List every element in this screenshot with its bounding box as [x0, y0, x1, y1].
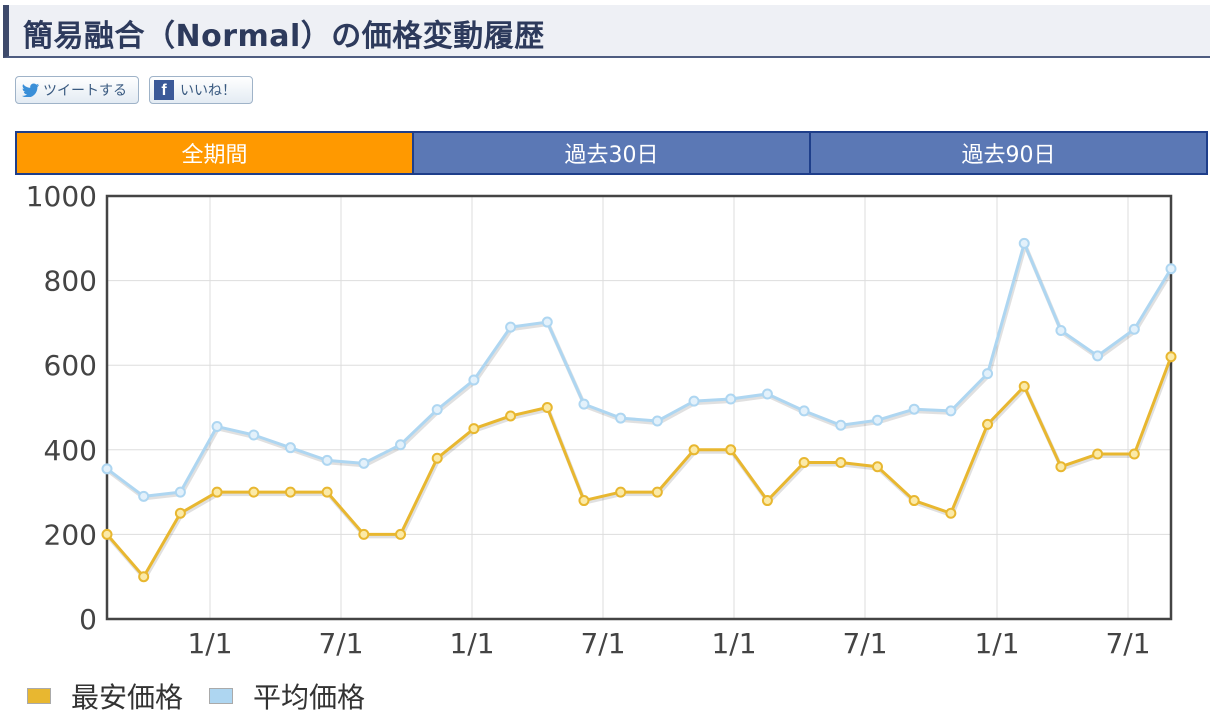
data-point [908, 495, 920, 507]
data-point [1055, 461, 1067, 473]
data-point [1128, 323, 1140, 335]
data-point [688, 395, 700, 407]
data-point [651, 486, 663, 498]
data-point [431, 452, 443, 464]
series-min-price [101, 351, 1177, 583]
data-point [1165, 351, 1177, 363]
x-tick-label: 7/1 [580, 627, 625, 660]
data-point [541, 316, 553, 328]
data-point [1165, 263, 1177, 275]
data-point [1092, 448, 1104, 460]
data-point [982, 418, 994, 430]
legend-swatch-min-price [27, 688, 51, 704]
chart-series [101, 237, 1177, 583]
data-point [358, 457, 370, 469]
data-point [651, 415, 663, 427]
data-point [138, 490, 150, 502]
data-point [321, 486, 333, 498]
data-point [835, 419, 847, 431]
data-point [725, 444, 737, 456]
y-tick-label: 800 [44, 265, 97, 298]
data-point [871, 414, 883, 426]
legend-label-min-price: 最安価格 [71, 681, 184, 714]
data-point [1128, 448, 1140, 460]
data-point [761, 388, 773, 400]
data-point [578, 495, 590, 507]
y-tick-label: 0 [79, 603, 97, 636]
data-point [798, 405, 810, 417]
series-line [105, 356, 1173, 579]
data-point [615, 412, 627, 424]
data-point [505, 321, 517, 333]
data-point [101, 463, 113, 475]
data-point [982, 368, 994, 380]
data-point [615, 486, 627, 498]
x-tick-label: 1/1 [974, 627, 1019, 660]
data-point [578, 398, 590, 410]
series-line [106, 241, 1173, 498]
chart-legend: 最安価格 平均価格 [27, 676, 391, 716]
data-point [358, 528, 370, 540]
x-tick-label: 1/1 [187, 627, 232, 660]
data-point [431, 404, 443, 416]
data-point [688, 444, 700, 456]
data-point [541, 402, 553, 413]
chart-grid [107, 195, 1171, 620]
data-point [284, 486, 296, 498]
data-point [468, 423, 480, 435]
data-point [871, 461, 883, 473]
data-point [174, 486, 186, 498]
data-point [321, 454, 333, 466]
data-point [1018, 237, 1030, 249]
data-point [395, 439, 407, 451]
data-point [505, 410, 517, 422]
data-point [211, 421, 223, 433]
data-point [908, 403, 920, 415]
data-point [945, 507, 957, 519]
data-point [1055, 325, 1067, 337]
data-point [725, 393, 737, 405]
data-point [468, 374, 480, 386]
data-point [835, 456, 847, 468]
y-tick-label: 1000 [26, 180, 97, 213]
legend-label-avg-price: 平均価格 [253, 681, 366, 714]
price-chart: 0 200 400 600 800 1000 1/1 7/1 1/1 7/1 1/1 7/1 1/1 7… [26, 180, 1177, 660]
data-point [798, 456, 810, 468]
series-shadow [106, 358, 1174, 583]
x-tick-label: 7/1 [1105, 627, 1150, 660]
data-point [138, 571, 150, 583]
data-point [284, 442, 296, 454]
data-point [248, 486, 260, 498]
x-axis: 1/1 7/1 1/1 7/1 1/1 7/1 1/1 7/1 [187, 627, 1150, 660]
x-tick-label: 1/1 [449, 627, 494, 660]
data-point [761, 495, 773, 507]
data-point [1018, 380, 1030, 392]
data-point [174, 507, 186, 519]
data-point [101, 528, 113, 540]
x-tick-label: 1/1 [711, 627, 756, 660]
data-point [248, 429, 260, 441]
y-tick-label: 200 [44, 518, 97, 551]
y-tick-label: 600 [44, 349, 97, 382]
data-point [945, 405, 957, 417]
legend-swatch-avg-price [209, 688, 234, 704]
y-tick-label: 400 [44, 434, 97, 467]
data-point [211, 486, 223, 498]
x-tick-label: 7/1 [318, 627, 363, 660]
x-tick-label: 7/1 [842, 627, 887, 660]
y-axis: 0 200 400 600 800 1000 [26, 180, 97, 636]
data-point [1092, 350, 1104, 362]
series-avg-price [101, 237, 1177, 502]
plot-frame [105, 194, 1173, 621]
data-point [395, 528, 407, 540]
